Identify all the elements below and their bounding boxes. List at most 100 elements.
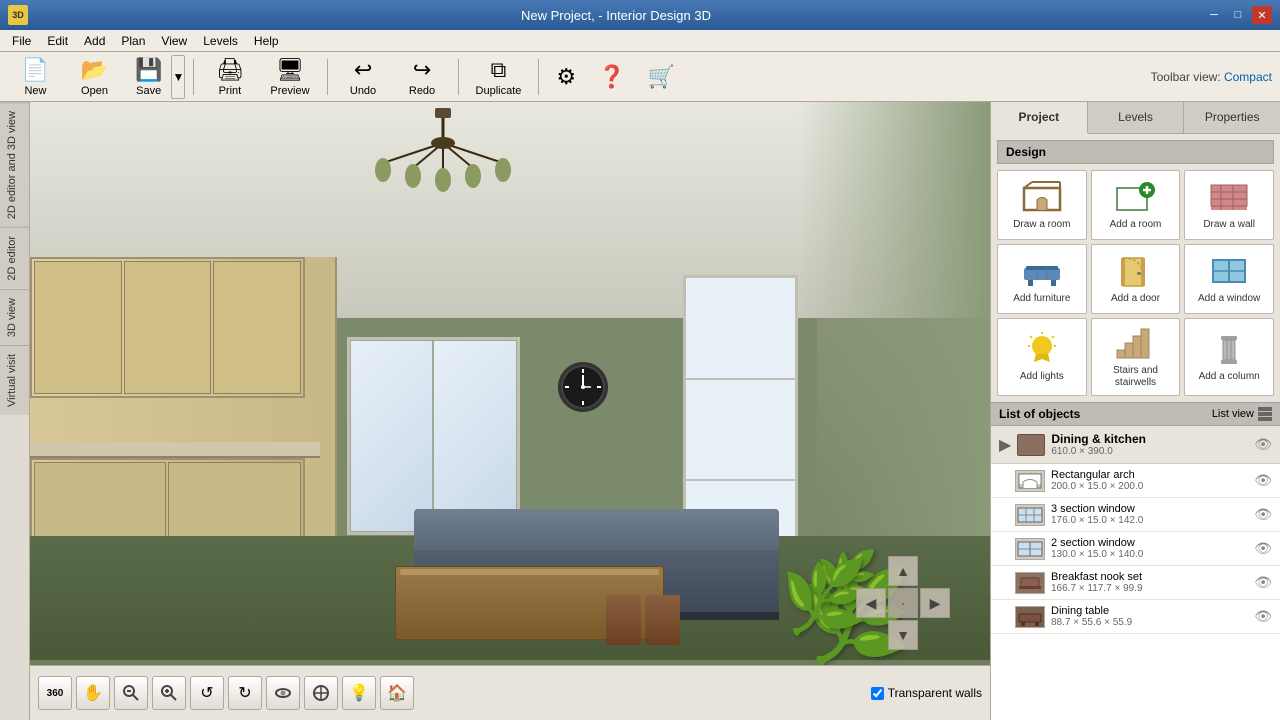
viewport[interactable]: 🌿 🌿 🌿 ▲ ◀ · ▶ ▼ 360 ✋: [30, 102, 990, 720]
objects-header: List of objects List view: [991, 402, 1280, 426]
add-column-button[interactable]: Add a column: [1184, 318, 1274, 396]
tab-2d-3d-view[interactable]: 2D editor and 3D view: [0, 102, 29, 227]
main-area: 2D editor and 3D view 2D editor 3D view …: [0, 102, 1280, 720]
new-button[interactable]: 📄 New: [8, 55, 63, 99]
undo-button[interactable]: ↩ Undo: [336, 55, 391, 99]
print-button[interactable]: 🖨 Print: [202, 55, 257, 99]
design-section: Design Draw a room: [991, 134, 1280, 402]
add-column-label: Add a column: [1199, 371, 1260, 383]
rectangular-arch-dims: 200.0 × 15.0 × 200.0: [1051, 481, 1248, 492]
3-section-window-dims: 176.0 × 15.0 × 142.0: [1051, 515, 1248, 526]
obj-rectangular-arch[interactable]: Rectangular arch 200.0 × 15.0 × 200.0 👁: [991, 464, 1280, 498]
dining-table-dims: 88.7 × 55.6 × 55.9: [1051, 617, 1248, 628]
rectangular-arch-visibility[interactable]: 👁: [1254, 472, 1272, 489]
zoom-in-button[interactable]: [152, 676, 186, 710]
objects-list[interactable]: ▶ Dining & kitchen 610.0 × 390.0 👁: [991, 426, 1280, 720]
add-window-label: Add a window: [1198, 293, 1260, 305]
add-room-button[interactable]: Add a room: [1091, 170, 1181, 240]
obj-2-section-window[interactable]: 2 section window 130.0 × 15.0 × 140.0 👁: [991, 532, 1280, 566]
category-collapse-icon: ▶: [999, 435, 1011, 455]
minimize-button[interactable]: ─: [1204, 6, 1224, 24]
duplicate-button[interactable]: ⧉ Duplicate: [467, 55, 531, 99]
tab-2d-editor[interactable]: 2D editor: [0, 227, 29, 289]
add-door-button[interactable]: Add a door: [1091, 244, 1181, 314]
menu-add[interactable]: Add: [76, 32, 113, 50]
save-group: 💾 Save ▼: [126, 55, 185, 99]
360-view-button[interactable]: 360: [38, 676, 72, 710]
category-visibility-toggle[interactable]: 👁: [1254, 436, 1272, 453]
zoom-out-button[interactable]: [114, 676, 148, 710]
breakfast-nook-visibility[interactable]: 👁: [1254, 574, 1272, 591]
lights-button[interactable]: 💡: [342, 676, 376, 710]
transparent-walls-checkbox[interactable]: [871, 687, 884, 700]
nav-center[interactable]: ·: [888, 588, 918, 618]
nav-up[interactable]: ▲: [888, 556, 918, 586]
open-icon: 📂: [81, 57, 108, 83]
category-name: Dining & kitchen: [1051, 432, 1248, 446]
tab-levels[interactable]: Levels: [1088, 102, 1185, 133]
help-button[interactable]: ❓: [589, 55, 634, 99]
menu-edit[interactable]: Edit: [39, 32, 76, 50]
transparent-walls-control[interactable]: Transparent walls: [871, 686, 982, 700]
tab-project[interactable]: Project: [991, 102, 1088, 134]
dining-chairs: [606, 595, 680, 645]
design-grid: Draw a room Add a room: [997, 170, 1274, 396]
tab-properties[interactable]: Properties: [1184, 102, 1280, 133]
add-lights-button[interactable]: Add lights: [997, 318, 1087, 396]
rotate-right-button[interactable]: ↻: [228, 676, 262, 710]
menu-levels[interactable]: Levels: [195, 32, 246, 50]
print-label: Print: [219, 85, 242, 97]
add-window-button[interactable]: Add a window: [1184, 244, 1274, 314]
nav-down[interactable]: ▼: [888, 620, 918, 650]
menu-help[interactable]: Help: [246, 32, 287, 50]
add-furniture-label: Add furniture: [1013, 293, 1070, 305]
3-section-window-visibility[interactable]: 👁: [1254, 506, 1272, 523]
rotate-left-button[interactable]: ↺: [190, 676, 224, 710]
menu-file[interactable]: File: [4, 32, 39, 50]
orbit-button[interactable]: [266, 676, 300, 710]
obj-breakfast-nook-set[interactable]: Breakfast nook set 166.7 × 117.7 × 99.9 …: [991, 566, 1280, 600]
save-button[interactable]: 💾 Save: [126, 55, 171, 99]
objects-header-title: List of objects: [999, 407, 1080, 421]
obj-dining-table[interactable]: Dining table 88.7 × 55.6 × 55.9 👁: [991, 600, 1280, 634]
dining-table-name: Dining table: [1051, 605, 1248, 617]
add-furniture-button[interactable]: Add furniture: [997, 244, 1087, 314]
home-view-button[interactable]: 🏠: [380, 676, 414, 710]
save-icon: 💾: [135, 57, 162, 83]
list-view-label: List view: [1212, 408, 1254, 420]
restore-button[interactable]: □: [1228, 6, 1248, 24]
settings-button[interactable]: ⚙: [547, 55, 585, 99]
draw-room-button[interactable]: Draw a room: [997, 170, 1087, 240]
3-section-window-info: 3 section window 176.0 × 15.0 × 142.0: [1051, 503, 1248, 526]
menu-view[interactable]: View: [153, 32, 195, 50]
menu-plan[interactable]: Plan: [113, 32, 153, 50]
compact-link[interactable]: Compact: [1224, 70, 1272, 84]
category-thumbnail: [1017, 434, 1045, 456]
left-tabs: 2D editor and 3D view 2D editor 3D view …: [0, 102, 30, 720]
draw-wall-button[interactable]: Draw a wall: [1184, 170, 1274, 240]
2-section-window-visibility[interactable]: 👁: [1254, 540, 1272, 557]
stairs-stairwells-button[interactable]: Stairs and stairwells: [1091, 318, 1181, 396]
obj-3-section-window[interactable]: 3 section window 176.0 × 15.0 × 142.0 👁: [991, 498, 1280, 532]
tab-virtual-visit[interactable]: Virtual visit: [0, 345, 29, 415]
preview-button[interactable]: 🖥 Preview: [261, 55, 318, 99]
3d-room-scene: 🌿 🌿 🌿: [30, 102, 990, 720]
close-button[interactable]: ✕: [1252, 6, 1272, 24]
tab-3d-view[interactable]: 3D view: [0, 289, 29, 345]
shop-button[interactable]: 🛒: [639, 55, 684, 99]
2-section-window-info: 2 section window 130.0 × 15.0 × 140.0: [1051, 537, 1248, 560]
2-section-window-dims: 130.0 × 15.0 × 140.0: [1051, 549, 1248, 560]
nav-left[interactable]: ◀: [856, 588, 886, 618]
nav-right[interactable]: ▶: [920, 588, 950, 618]
tilt-button[interactable]: [304, 676, 338, 710]
redo-button[interactable]: ↪ Redo: [395, 55, 450, 99]
wall-clock: [558, 362, 608, 412]
category-dining-kitchen[interactable]: ▶ Dining & kitchen 610.0 × 390.0 👁: [991, 426, 1280, 464]
undo-label: Undo: [350, 85, 376, 97]
upper-cabinets: [30, 257, 305, 398]
open-button[interactable]: 📂 Open: [67, 55, 122, 99]
pan-button[interactable]: ✋: [76, 676, 110, 710]
save-dropdown-button[interactable]: ▼: [171, 55, 185, 99]
dining-table-visibility[interactable]: 👁: [1254, 608, 1272, 625]
list-view-button[interactable]: List view: [1212, 407, 1272, 421]
